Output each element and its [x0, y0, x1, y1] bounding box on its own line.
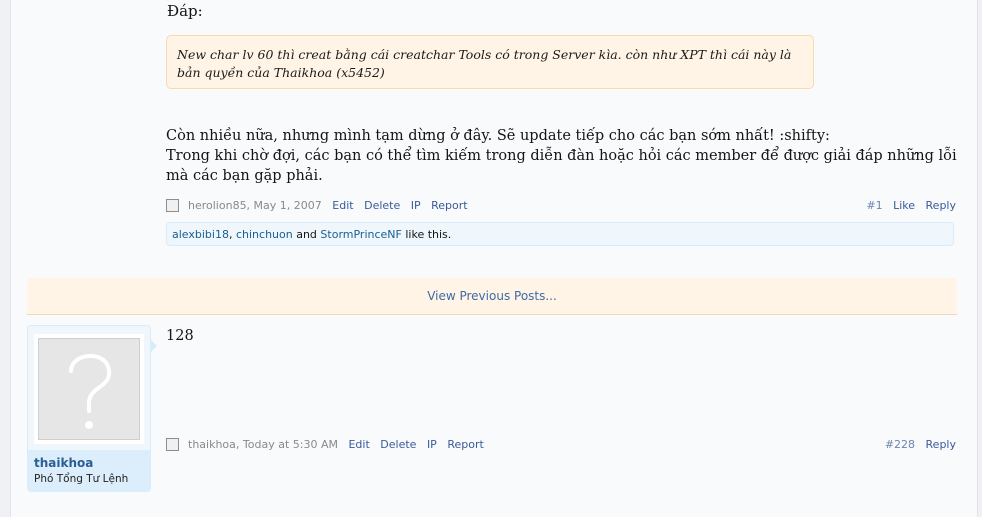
- post-meta-bar: herolion85, May 1, 2007 Edit Delete IP R…: [166, 199, 956, 215]
- user-block-arrow: [151, 340, 157, 352]
- post-body: 128: [166, 328, 194, 344]
- report-link[interactable]: Report: [447, 438, 483, 451]
- post-author-date: thaikhoa, Today at 5:30 AM: [188, 438, 338, 451]
- delete-link[interactable]: Delete: [380, 438, 416, 451]
- likes-summary: alexbibi18, chinchuon and StormPrinceNF …: [166, 222, 954, 246]
- select-post-checkbox[interactable]: [166, 199, 179, 212]
- edit-link[interactable]: Edit: [332, 199, 353, 212]
- username-link[interactable]: thaikhoa: [34, 456, 144, 470]
- post-body: Còn nhiều nữa, nhưng mình tạm dừng ở đây…: [166, 126, 966, 186]
- quote-block: New char lv 60 thì creat bằng cái creatc…: [166, 35, 814, 89]
- post-body-line-1: Còn nhiều nữa, nhưng mình tạm dừng ở đây…: [166, 128, 830, 144]
- post-number-link[interactable]: #228: [885, 438, 915, 451]
- edit-link[interactable]: Edit: [348, 438, 369, 451]
- post-meta-bar: thaikhoa, Today at 5:30 AM Edit Delete I…: [166, 438, 956, 454]
- liker-link[interactable]: chinchuon: [236, 228, 293, 241]
- post-author-date: herolion85, May 1, 2007: [188, 199, 322, 212]
- user-title: Phó Tổng Tư Lệnh: [34, 473, 129, 485]
- avatar[interactable]: [38, 338, 140, 440]
- reply-link[interactable]: Reply: [926, 438, 956, 451]
- select-post-checkbox[interactable]: [166, 438, 179, 451]
- delete-link[interactable]: Delete: [364, 199, 400, 212]
- post-lead-text: Đáp:: [167, 2, 203, 20]
- liker-link[interactable]: alexbibi18: [172, 228, 229, 241]
- ip-link[interactable]: IP: [427, 438, 437, 451]
- thread-page: Đáp: New char lv 60 thì creat bằng cái c…: [10, 0, 978, 517]
- post-number-link[interactable]: #1: [866, 199, 882, 212]
- view-previous-posts-link[interactable]: View Previous Posts...: [27, 278, 957, 315]
- user-info-block: thaikhoa Phó Tổng Tư Lệnh: [27, 325, 151, 492]
- default-avatar-question-icon: [69, 354, 112, 429]
- liker-link[interactable]: StormPrinceNF: [320, 228, 401, 241]
- ip-link[interactable]: IP: [411, 199, 421, 212]
- post-body-line-2: Trong khi chờ đợi, các bạn có thể tìm ki…: [166, 148, 957, 184]
- like-link[interactable]: Like: [893, 199, 915, 212]
- reply-link[interactable]: Reply: [926, 199, 956, 212]
- report-link[interactable]: Report: [431, 199, 467, 212]
